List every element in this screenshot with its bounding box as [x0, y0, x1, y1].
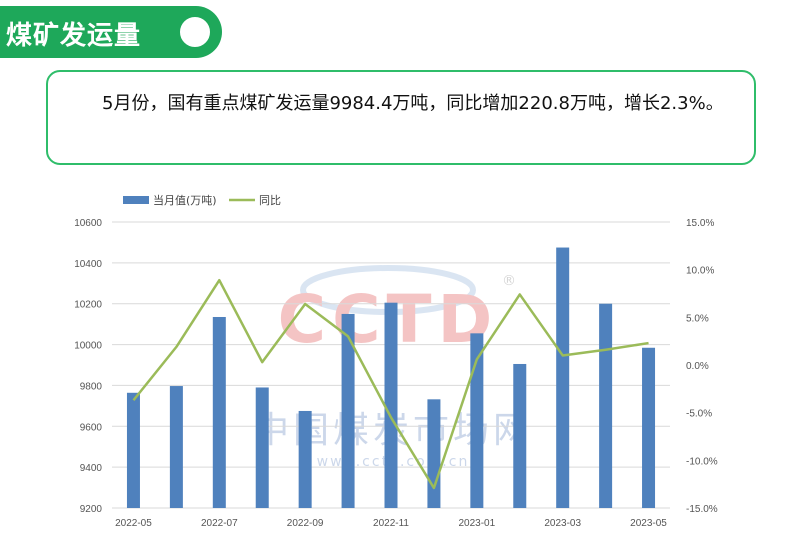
x-tick-label: 2022-05 [115, 518, 152, 529]
bar [556, 247, 570, 508]
left-axis: 9200 9400 9600 9800 10000 10200 10400 10600 [74, 218, 102, 515]
right-tick-label: 0.0% [686, 361, 709, 372]
left-tick-label: 9800 [80, 381, 103, 392]
x-tick-label: 2022-11 [373, 518, 409, 529]
x-tick-label: 2022-07 [201, 518, 238, 529]
left-tick-label: 9400 [80, 463, 103, 474]
legend-line-label: 同比 [259, 194, 281, 207]
left-tick-label: 9600 [80, 422, 103, 433]
right-tick-label: 10.0% [686, 266, 714, 277]
section-header-banner: 煤矿发运量 [0, 6, 222, 58]
legend-bar-label: 当月值(万吨) [153, 193, 217, 207]
summary-box: 5月份，国有重点煤矿发运量9984.4万吨，同比增加220.8万吨，增长2.3%… [46, 70, 756, 165]
legend: 当月值(万吨) 同比 [123, 193, 281, 207]
summary-text: 5月份，国有重点煤矿发运量9984.4万吨，同比增加220.8万吨，增长2.3%… [102, 93, 724, 114]
left-tick-label: 9200 [80, 504, 103, 515]
right-tick-label: -5.0% [686, 409, 712, 420]
bar [599, 303, 613, 508]
bar [255, 387, 269, 508]
x-tick-label: 2023-01 [458, 518, 495, 529]
right-axis: -15.0% -10.0% -5.0% 0.0% 5.0% 10.0% 15.0% [686, 218, 718, 515]
section-title: 煤矿发运量 [6, 21, 142, 51]
left-tick-label: 10000 [74, 341, 102, 352]
x-tick-label: 2022-09 [287, 518, 324, 529]
header-circle-icon [173, 10, 217, 54]
watermark-registered: ® [502, 273, 516, 289]
bar [427, 399, 441, 508]
bar [642, 347, 656, 508]
right-tick-label: -10.0% [686, 456, 718, 467]
x-axis: 2022-05 2022-07 2022-09 2022-11 2023-01 2023-… [115, 518, 667, 529]
bar [513, 363, 527, 508]
bar [298, 410, 312, 508]
right-tick-label: 5.0% [686, 313, 709, 324]
coal-shipment-chart: CCTD ® 中国煤炭市场网 www.cctd.com.cn 920094009… [74, 193, 718, 529]
left-tick-label: 10600 [74, 218, 102, 229]
legend-bar-swatch [123, 196, 149, 204]
bar [212, 316, 226, 508]
right-tick-label: 15.0% [686, 218, 714, 229]
right-tick-label: -15.0% [686, 504, 718, 515]
x-tick-label: 2023-05 [630, 518, 667, 529]
bar [126, 392, 140, 508]
bar [169, 386, 183, 508]
left-tick-label: 10200 [74, 300, 102, 311]
left-tick-label: 10400 [74, 259, 102, 270]
x-tick-label: 2023-03 [544, 518, 581, 529]
bar [384, 302, 398, 508]
